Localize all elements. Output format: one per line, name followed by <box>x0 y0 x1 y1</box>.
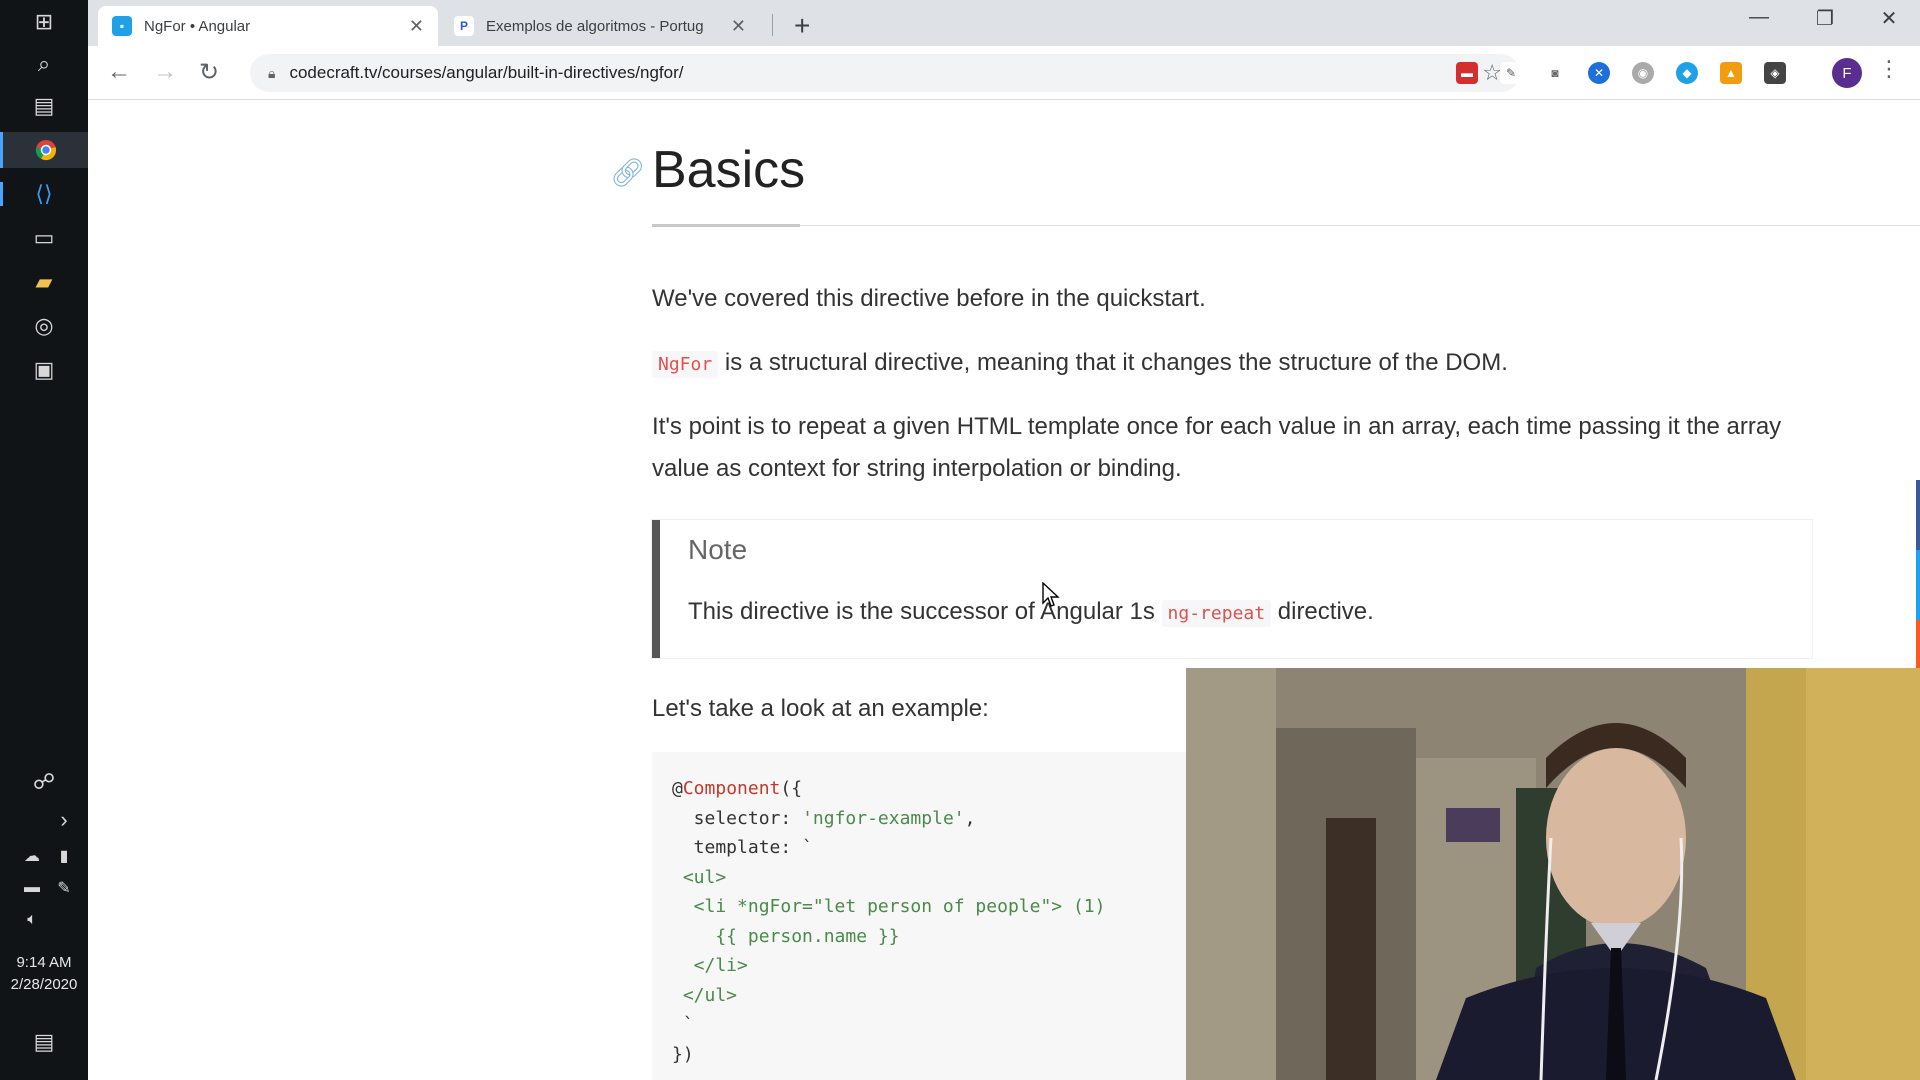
twitter-share-button[interactable] <box>1916 550 1920 620</box>
address-bar[interactable]: 🔒︎ codecraft.tv/courses/angular/built-in… <box>250 54 1520 92</box>
extension-camera-icon[interactable]: ◙ <box>1544 62 1566 84</box>
extension-lock-icon[interactable]: ▲ <box>1720 62 1742 84</box>
search-icon[interactable]: ⌕ <box>24 46 64 82</box>
code-line: </li> <box>672 955 748 976</box>
anchor-link-icon[interactable]: 🔗︎ <box>610 156 646 189</box>
note-text-before: This directive is the successor of Angul… <box>688 598 1162 625</box>
terminal-icon[interactable]: ▭ <box>24 220 64 256</box>
lock-icon[interactable]: 🔒︎ <box>268 65 275 82</box>
clock-date: 2/28/2020 <box>10 976 78 993</box>
code-token: : <box>780 807 803 829</box>
inline-code-ng-repeat: ng-repeat <box>1161 600 1272 627</box>
profile-avatar[interactable]: F <box>1832 58 1862 88</box>
webcam-overlay <box>1186 668 1920 1080</box>
close-window-icon[interactable]: ✕ <box>1874 6 1904 31</box>
file-explorer-icon[interactable]: ▰ <box>24 264 64 300</box>
code-token: ({ <box>780 778 803 799</box>
purpose-line-1: It's point is to repeat a given HTML tem… <box>652 413 1782 440</box>
tab-separator <box>772 14 773 36</box>
usb-icon[interactable]: ▮ <box>44 838 84 874</box>
settings-icon[interactable]: ◎ <box>24 308 64 344</box>
restore-icon[interactable]: ❐ <box>1810 6 1840 31</box>
section-heading: Basics <box>652 141 806 199</box>
note-text-after: directive. <box>1271 598 1374 625</box>
code-token: template <box>672 837 781 858</box>
code-token: selector <box>672 807 781 829</box>
extension-red-icon[interactable]: ▬ <box>1456 62 1478 84</box>
forward-icon[interactable]: → <box>150 58 180 86</box>
close-tab-icon[interactable]: ✕ <box>409 16 424 37</box>
webcam-video-frame <box>1186 668 1920 1080</box>
pen-icon[interactable]: ✎ <box>44 870 84 906</box>
note-callout: Note This directive is the successor of … <box>652 520 1812 658</box>
vscode-icon[interactable]: ⟨⟩ <box>0 176 64 212</box>
tab-exemplos[interactable]: P Exemplos de algoritmos - Portug ✕ <box>440 6 760 46</box>
clock-time: 9:14 AM <box>16 954 72 971</box>
volume-icon[interactable]: 🔈︎ <box>12 902 52 938</box>
heading-divider <box>800 225 1920 226</box>
paragraph-ngfor-text: is a structural directive, meaning that … <box>718 349 1508 376</box>
code-line: <li *ngFor="let person of people"> (1) <box>672 896 1106 917</box>
tab-title: NgFor • Angular <box>144 17 251 35</box>
extension-teal-icon[interactable]: ◆ <box>1676 62 1698 84</box>
task-view-icon[interactable]: ▤ <box>24 88 64 124</box>
reload-icon[interactable]: ↻ <box>194 58 224 87</box>
extension-gray-icon[interactable]: ◉ <box>1632 62 1654 84</box>
code-line: ` <box>672 1014 694 1035</box>
browser-tabstrip: ▪ NgFor • Angular ✕ P Exemplos de algori… <box>88 0 1920 46</box>
tab-ngfor[interactable]: ▪ NgFor • Angular ✕ <box>98 6 438 46</box>
paragraph-ngfor: NgFor is a structural directive, meaning… <box>652 342 1920 386</box>
media-icon[interactable]: ▣ <box>24 352 64 388</box>
new-tab-button[interactable]: + <box>794 10 810 42</box>
notifications-icon[interactable]: ▤ <box>24 1024 64 1060</box>
note-body: This directive is the successor of Angul… <box>688 598 1374 627</box>
portugol-favicon-icon: P <box>454 16 474 36</box>
extension-dropper-icon[interactable]: ✎ <box>1500 62 1522 84</box>
paragraph-intro: We've covered this directive before in t… <box>652 285 1206 312</box>
inline-code-ngfor: NgFor <box>652 351 719 378</box>
back-icon[interactable]: ← <box>104 58 134 86</box>
code-token: , <box>964 807 976 829</box>
code-token: @ <box>672 778 683 799</box>
taskbar-clock[interactable]: 9:14 AM 2/28/2020 <box>0 952 88 996</box>
minimize-icon[interactable]: — <box>1744 6 1774 29</box>
extension-blue-x-icon[interactable]: ✕ <box>1588 62 1610 84</box>
mouse-cursor-icon <box>1042 581 1060 615</box>
facebook-share-button[interactable]: f <box>1916 480 1920 550</box>
codecraft-favicon-icon: ▪ <box>112 16 132 36</box>
code-token: : ` <box>780 837 813 858</box>
code-line: </ul> <box>672 984 738 1006</box>
code-token: 'ngfor-example' <box>802 807 965 829</box>
code-block: @Component({ selector: 'ngfor-example', … <box>652 752 1212 1080</box>
windows-taskbar: ⊞ ⌕ ▤ ⟨⟩ ▭ ▰ ◎ ▣ ☍ › ☁ ▮ ▬ ✎ 🔈︎ 9:14 AM … <box>0 0 88 1080</box>
windows-start-icon[interactable]: ⊞ <box>24 4 64 40</box>
paragraph-purpose: It's point is to repeat a given HTML tem… <box>652 406 1920 490</box>
chevron-right-icon[interactable]: › <box>44 802 84 838</box>
close-tab-icon[interactable]: ✕ <box>731 16 746 37</box>
purpose-line-2: value as context for string interpolatio… <box>652 455 1182 482</box>
url-text: codecraft.tv/courses/angular/built-in-di… <box>289 63 684 82</box>
people-icon[interactable]: ☍ <box>24 764 64 800</box>
extension-shield-icon[interactable]: ◈ <box>1764 62 1786 84</box>
tab-title: Exemplos de algoritmos - Portug <box>486 17 704 35</box>
code-line: <ul> <box>672 866 727 888</box>
code-token: Component <box>682 778 781 799</box>
note-title: Note <box>688 534 748 565</box>
code-line: {{ person.name }} <box>672 925 900 947</box>
code-line: }) <box>672 1043 694 1065</box>
browser-menu-icon[interactable]: ⋮ <box>1878 56 1900 82</box>
heading-underline <box>652 224 800 227</box>
browser-toolbar: ← → ↻ 🔒︎ codecraft.tv/courses/angular/bu… <box>88 46 1920 100</box>
chrome-icon[interactable] <box>0 132 88 168</box>
